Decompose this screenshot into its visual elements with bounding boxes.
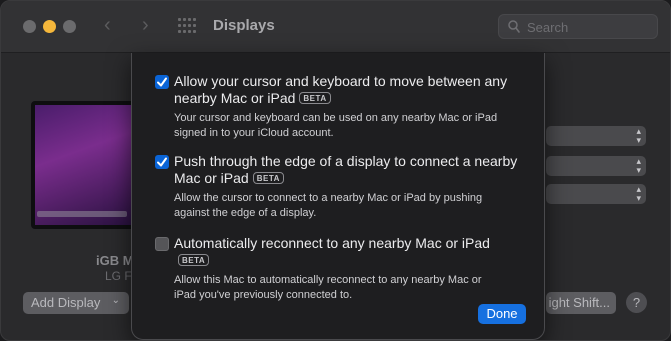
option-label-line1: Push through the edge of a display to co… (174, 153, 518, 169)
title-bar: ‹ › Displays (1, 1, 670, 53)
help-button[interactable]: ? (626, 292, 647, 313)
show-all-grid-icon[interactable] (178, 18, 196, 34)
description-line1: Your cursor and keyboard can be used on … (174, 112, 498, 124)
checkmark-icon (157, 77, 167, 87)
option-label: Automatically reconnect to any nearby Ma… (174, 235, 525, 269)
description-line1: Allow the cursor to connect to a nearby … (174, 192, 483, 204)
description-line2: against the edge of a display. (174, 207, 317, 219)
display-thumbnail[interactable] (31, 101, 135, 229)
add-display-button[interactable]: Add Display ⌄ (23, 292, 129, 314)
description-line2: iPad you've previously connected to. (174, 289, 353, 301)
option-label: Allow your cursor and keyboard to move b… (174, 73, 525, 107)
option-description: Allow this Mac to automatically reconnec… (174, 273, 525, 303)
add-display-label: Add Display (31, 295, 101, 310)
window-title: Displays (213, 17, 275, 34)
option-auto-reconnect: Automatically reconnect to any nearby Ma… (155, 235, 525, 303)
option-label-line1: Allow your cursor and keyboard to move b… (174, 73, 508, 89)
display-name: iGB M (96, 253, 134, 268)
back-arrow-icon[interactable]: ‹ (104, 14, 111, 37)
search-input[interactable] (527, 18, 652, 36)
displays-window: ‹ › Displays iGB M LG F Add Display ⌄ ▴▾… (0, 0, 671, 341)
description-line1: Allow this Mac to automatically reconnec… (174, 274, 482, 286)
option-cursor-keyboard: Allow your cursor and keyboard to move b… (155, 73, 525, 141)
beta-badge: BETA (178, 254, 210, 266)
minimize-window-button[interactable] (43, 20, 56, 33)
option-label-line1: Automatically reconnect to any nearby Ma… (174, 235, 490, 266)
universal-control-sheet: Allow your cursor and keyboard to move b… (131, 53, 545, 340)
cursor-keyboard-checkbox[interactable] (155, 75, 169, 89)
close-window-button[interactable] (23, 20, 36, 33)
beta-badge: BETA (252, 172, 284, 184)
option-label: Push through the edge of a display to co… (174, 153, 525, 187)
auto-reconnect-checkbox[interactable] (155, 237, 169, 251)
thumbnail-dock (37, 211, 127, 217)
up-down-arrows-icon: ▴ ▾ (636, 156, 641, 175)
display-subtitle: LG F (105, 269, 132, 283)
option-label-line2: nearby Mac or iPad BETA (174, 90, 525, 107)
beta-badge: BETA (299, 92, 331, 104)
push-through-edge-checkbox[interactable] (155, 155, 169, 169)
option-description: Your cursor and keyboard can be used on … (174, 111, 525, 141)
night-shift-label: ight Shift... (548, 295, 610, 310)
search-field[interactable] (498, 14, 658, 39)
up-down-arrows-icon: ▴ ▾ (636, 184, 641, 203)
checkmark-icon (157, 157, 167, 167)
night-shift-button[interactable]: ight Shift... (546, 292, 616, 314)
popup-button-2[interactable]: ▴ ▾ (546, 156, 646, 176)
up-down-arrows-icon: ▴ ▾ (636, 126, 641, 145)
option-description: Allow the cursor to connect to a nearby … (174, 191, 525, 221)
chevron-down-icon: ⌄ (111, 295, 120, 306)
search-icon (508, 20, 520, 33)
option-push-through-edge: Push through the edge of a display to co… (155, 153, 525, 221)
popup-button-1[interactable]: ▴ ▾ (546, 126, 646, 146)
zoom-window-button[interactable] (63, 20, 76, 33)
description-line2: signed in to your iCloud account. (174, 127, 334, 139)
popup-button-3[interactable]: ▴ ▾ (546, 184, 646, 204)
option-label-line2: Mac or iPad BETA (174, 170, 525, 187)
forward-arrow-icon[interactable]: › (142, 14, 149, 37)
done-button[interactable]: Done (478, 304, 526, 324)
